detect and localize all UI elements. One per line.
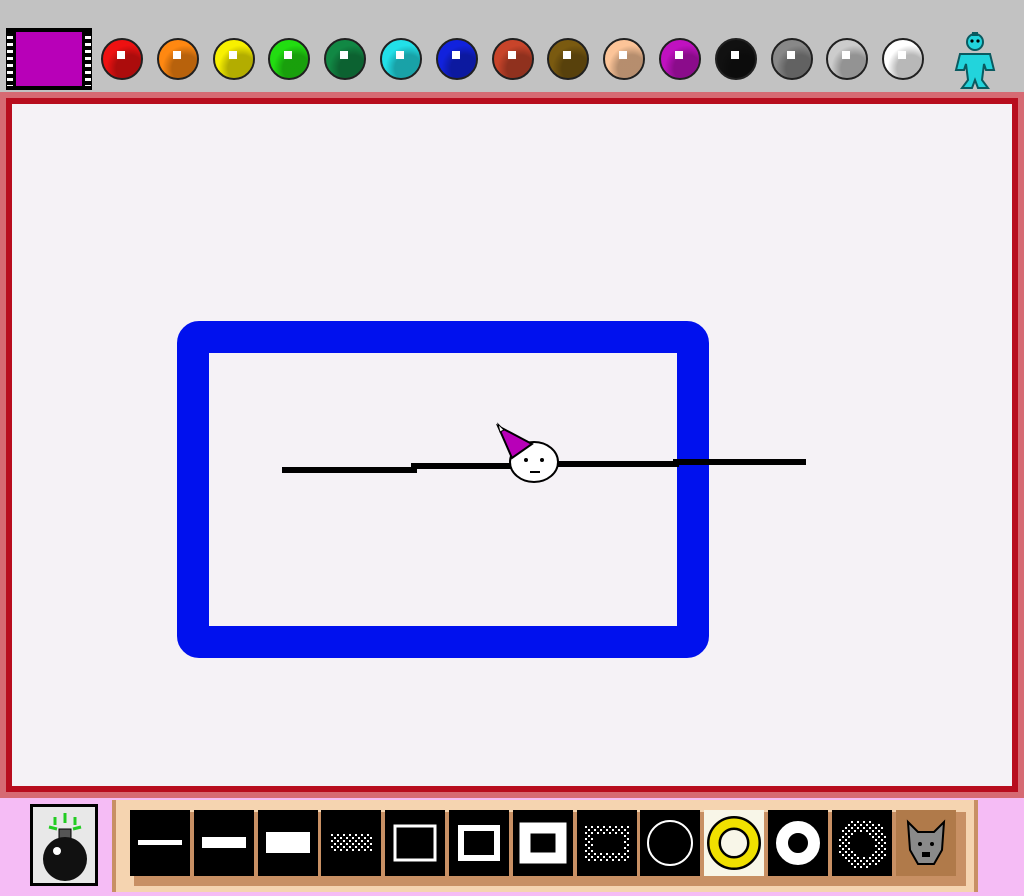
swatch-shine <box>396 51 404 59</box>
color-rust-swatch[interactable] <box>491 38 534 80</box>
swatch-shine <box>284 51 293 59</box>
swatch-shine <box>451 51 460 59</box>
swatch-shade <box>437 40 476 78</box>
swatch-shade <box>214 40 253 78</box>
color-black-swatch[interactable] <box>714 38 757 80</box>
swatch-shade <box>549 40 588 78</box>
swatch-shine <box>898 51 907 59</box>
swatch-shade <box>828 40 867 78</box>
color-dark-green-swatch[interactable] <box>324 38 367 80</box>
swatch-shade <box>382 40 420 78</box>
swatch-shade <box>661 40 699 78</box>
swatch-shade <box>103 40 141 78</box>
medium-square-icon <box>458 825 500 861</box>
thin-line-icon <box>138 840 182 845</box>
drawing-canvas[interactable] <box>6 98 1018 792</box>
swatch-shine <box>228 51 237 59</box>
swatch-shine <box>117 51 125 59</box>
spray-circle-icon <box>838 821 886 868</box>
thick-circle-icon <box>704 810 765 876</box>
brush-medium-square-button[interactable] <box>449 810 509 876</box>
color-brown-swatch[interactable] <box>547 38 590 80</box>
brush-dog-stamp-button[interactable] <box>895 810 956 876</box>
canvas-frame <box>0 92 1024 798</box>
brush-spray-circle-button[interactable] <box>831 810 892 876</box>
swatch-shade <box>326 40 365 78</box>
brush-thin-circle-button[interactable] <box>640 810 701 876</box>
brush-spray-line-button[interactable] <box>321 810 382 876</box>
color-light-gray-swatch[interactable] <box>826 38 869 80</box>
current-color-indicator <box>6 28 92 90</box>
swatch-shine <box>563 51 572 59</box>
party-hat-ghost-cursor-icon <box>495 422 559 483</box>
swatch-shade <box>716 40 755 78</box>
color-palette-bar <box>0 0 1024 92</box>
color-green-swatch[interactable] <box>268 38 311 80</box>
swatch-shade <box>493 40 532 78</box>
swatch-shine <box>340 51 349 59</box>
brush-spray-square-button[interactable] <box>576 810 637 876</box>
thin-circle-icon <box>647 820 694 866</box>
color-magenta-swatch[interactable] <box>659 38 701 80</box>
swatch-shine <box>619 51 628 59</box>
swatch-shine <box>730 51 739 59</box>
thick-square-icon <box>519 822 567 864</box>
medium-line-icon <box>201 837 246 848</box>
spray-square-icon <box>584 826 629 861</box>
brush-medium-line-button[interactable] <box>193 810 254 876</box>
color-blue-swatch[interactable] <box>435 38 478 80</box>
swatch-shine <box>507 51 516 59</box>
color-red-swatch[interactable] <box>101 38 143 80</box>
thick-line-icon <box>265 832 310 853</box>
brush-thin-square-button[interactable] <box>385 810 446 876</box>
color-gray-swatch[interactable] <box>770 38 813 80</box>
swatch-shade <box>772 40 811 78</box>
brush-tray <box>112 800 978 892</box>
swatch-shade <box>158 40 197 78</box>
swatch-shine <box>172 51 181 59</box>
swatch-shade <box>270 40 309 78</box>
ring-icon <box>776 821 820 865</box>
brush-thick-line-button[interactable] <box>257 810 318 876</box>
brush-ring-button[interactable] <box>768 810 828 876</box>
swatch-shine <box>675 51 683 59</box>
swatch-shade <box>884 40 923 78</box>
spray-line-icon <box>331 834 373 851</box>
current-color-swatch <box>16 32 82 86</box>
thin-square-icon <box>393 824 437 862</box>
color-orange-swatch[interactable] <box>156 38 199 80</box>
swatch-shade <box>605 40 644 78</box>
drawn-rectangle <box>177 321 709 658</box>
color-white-swatch[interactable] <box>882 38 925 80</box>
cyan-robot-icon[interactable] <box>942 30 1008 92</box>
color-cyan-swatch[interactable] <box>380 38 422 80</box>
film-sprocket-left <box>7 32 13 86</box>
color-peach-swatch[interactable] <box>603 38 646 80</box>
swatch-shine <box>842 51 851 59</box>
color-yellow-swatch[interactable] <box>212 38 255 80</box>
brush-thick-square-button[interactable] <box>512 810 573 876</box>
dog-stamp-icon <box>895 810 956 876</box>
brush-thick-circle-button[interactable] <box>704 810 765 876</box>
tool-bar <box>0 798 1024 896</box>
bomb-icon[interactable] <box>30 804 98 886</box>
film-sprocket-right <box>85 32 91 86</box>
brush-thin-line-button[interactable] <box>130 810 190 876</box>
swatch-shine <box>786 51 795 59</box>
